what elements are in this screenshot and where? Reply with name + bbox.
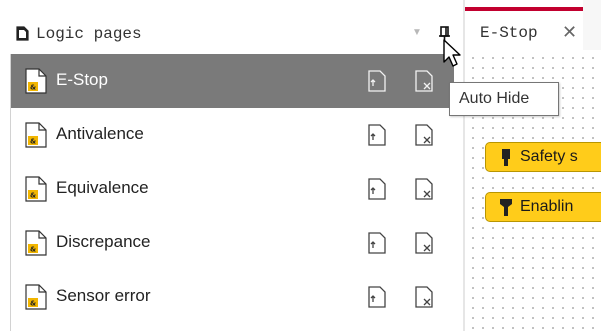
tab-label: E-Stop [480, 24, 538, 42]
tab-active-indicator [465, 7, 583, 11]
export-icon[interactable] [368, 178, 386, 200]
delete-icon[interactable] [415, 232, 433, 254]
logic-page-icon: & [25, 230, 47, 256]
svg-text:&: & [30, 84, 36, 92]
list-item-label: Equivalence [56, 178, 149, 197]
list-item-equivalence[interactable]: & Equivalence [11, 162, 454, 216]
list-item-sensor-error[interactable]: & Sensor error [11, 270, 454, 324]
logic-pages-panel: Logic pages ▼ & E-Stop & Antivalence & E… [0, 0, 463, 331]
block-label: Enablin [520, 198, 574, 215]
export-icon[interactable] [368, 232, 386, 254]
list-item-label: Antivalence [56, 124, 144, 143]
logic-editor: E-Stop ✕ Safety s Enablin [465, 0, 601, 331]
svg-text:&: & [30, 192, 36, 200]
block-label: Safety s [520, 148, 578, 165]
page-icon [16, 26, 29, 41]
enabling-switch-icon [500, 199, 512, 216]
logic-page-icon: & [25, 122, 47, 148]
pin-icon[interactable] [436, 24, 454, 46]
delete-icon[interactable] [415, 124, 433, 146]
list-item-label: Discrepance [56, 232, 151, 251]
list-item-discrepance[interactable]: & Discrepance [11, 216, 454, 270]
safety-device-icon [502, 149, 510, 166]
dropdown-arrow-icon[interactable]: ▼ [412, 27, 422, 38]
svg-text:&: & [30, 246, 36, 254]
list-item-label: E-Stop [56, 70, 108, 89]
export-icon[interactable] [368, 124, 386, 146]
delete-icon[interactable] [415, 70, 433, 92]
close-icon[interactable]: ✕ [562, 22, 577, 43]
auto-hide-tooltip: Auto Hide [449, 82, 559, 116]
logic-block[interactable]: Safety s [485, 142, 601, 172]
list-item-antivalence[interactable]: & Antivalence [11, 108, 454, 162]
svg-text:&: & [30, 300, 36, 308]
logic-page-icon: & [25, 176, 47, 202]
export-icon[interactable] [368, 70, 386, 92]
delete-icon[interactable] [415, 178, 433, 200]
list-item-label: Sensor error [56, 286, 151, 305]
tooltip-text: Auto Hide [459, 90, 530, 107]
tab-e-stop[interactable]: E-Stop ✕ [465, 0, 583, 50]
list-item-e-stop[interactable]: & E-Stop [11, 54, 454, 108]
delete-icon[interactable] [415, 286, 433, 308]
logic-page-icon: & [25, 284, 47, 310]
export-icon[interactable] [368, 286, 386, 308]
logic-page-list: & E-Stop & Antivalence & Equivalence & D… [10, 54, 454, 331]
panel-header: Logic pages ▼ [0, 0, 463, 54]
svg-text:&: & [30, 138, 36, 146]
logic-page-icon: & [25, 68, 47, 94]
panel-title: Logic pages [36, 25, 142, 43]
logic-block[interactable]: Enablin [485, 192, 601, 222]
